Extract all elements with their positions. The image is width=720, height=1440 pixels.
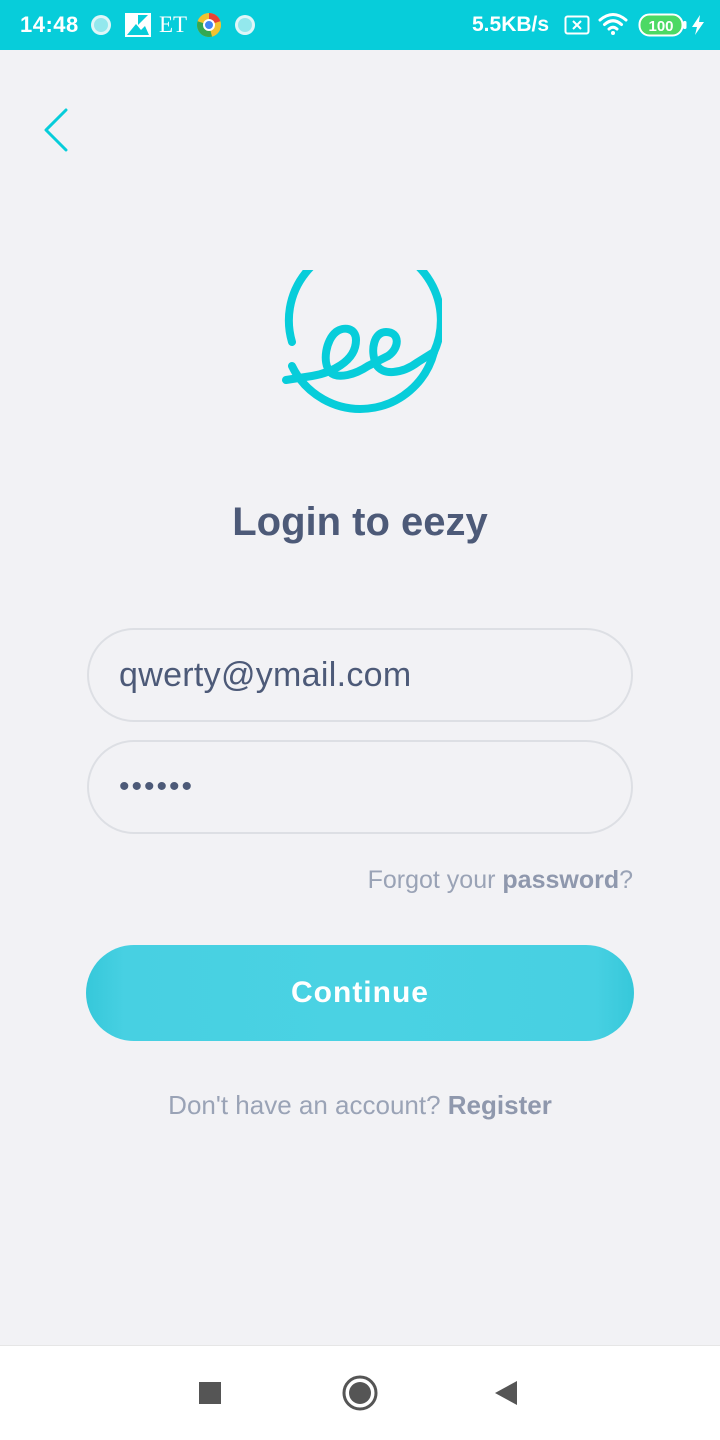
forgot-prefix: Forgot your (367, 866, 503, 894)
charging-icon (692, 15, 704, 35)
navigation-bar (0, 1345, 720, 1440)
square-icon (199, 1382, 221, 1404)
home-button[interactable] (335, 1368, 385, 1418)
svg-text:ET: ET (159, 12, 187, 37)
svg-text:100: 100 (648, 18, 673, 35)
wifi-icon (598, 13, 628, 35)
page-title: Login to eezy (232, 500, 488, 544)
circle-icon (235, 15, 255, 35)
register-link[interactable]: Register (448, 1090, 552, 1120)
photo-icon (125, 13, 151, 37)
triangle-back-icon (495, 1381, 517, 1405)
back-button[interactable] (34, 104, 82, 158)
chrome-icon (197, 13, 221, 37)
forgot-suffix: ? (619, 866, 633, 894)
circle-home-icon (342, 1375, 378, 1411)
status-bar: 14:48 ET 5.5KB/s 100 (0, 0, 720, 50)
register-prompt-text: Don't have an account? (168, 1090, 448, 1120)
password-field[interactable] (87, 740, 633, 834)
chevron-left-icon (44, 108, 68, 152)
network-speed: 5.5KB/s (472, 13, 550, 36)
recents-button[interactable] (185, 1368, 235, 1418)
eezy-logo-icon (282, 270, 442, 413)
forgot-password-link[interactable]: Forgot your password? (368, 866, 633, 895)
battery-icon: 100 (638, 13, 687, 37)
email-field[interactable] (87, 628, 633, 722)
forgot-password-word[interactable]: password (502, 866, 619, 894)
et-icon: ET (159, 12, 187, 37)
continue-button[interactable]: Continue (86, 945, 634, 1041)
status-time: 14:48 (20, 12, 79, 37)
circle-icon (91, 15, 111, 35)
register-prompt: Don't have an account? Register (0, 1090, 720, 1121)
nav-back-button[interactable] (482, 1368, 532, 1418)
no-sim-icon (564, 15, 590, 35)
